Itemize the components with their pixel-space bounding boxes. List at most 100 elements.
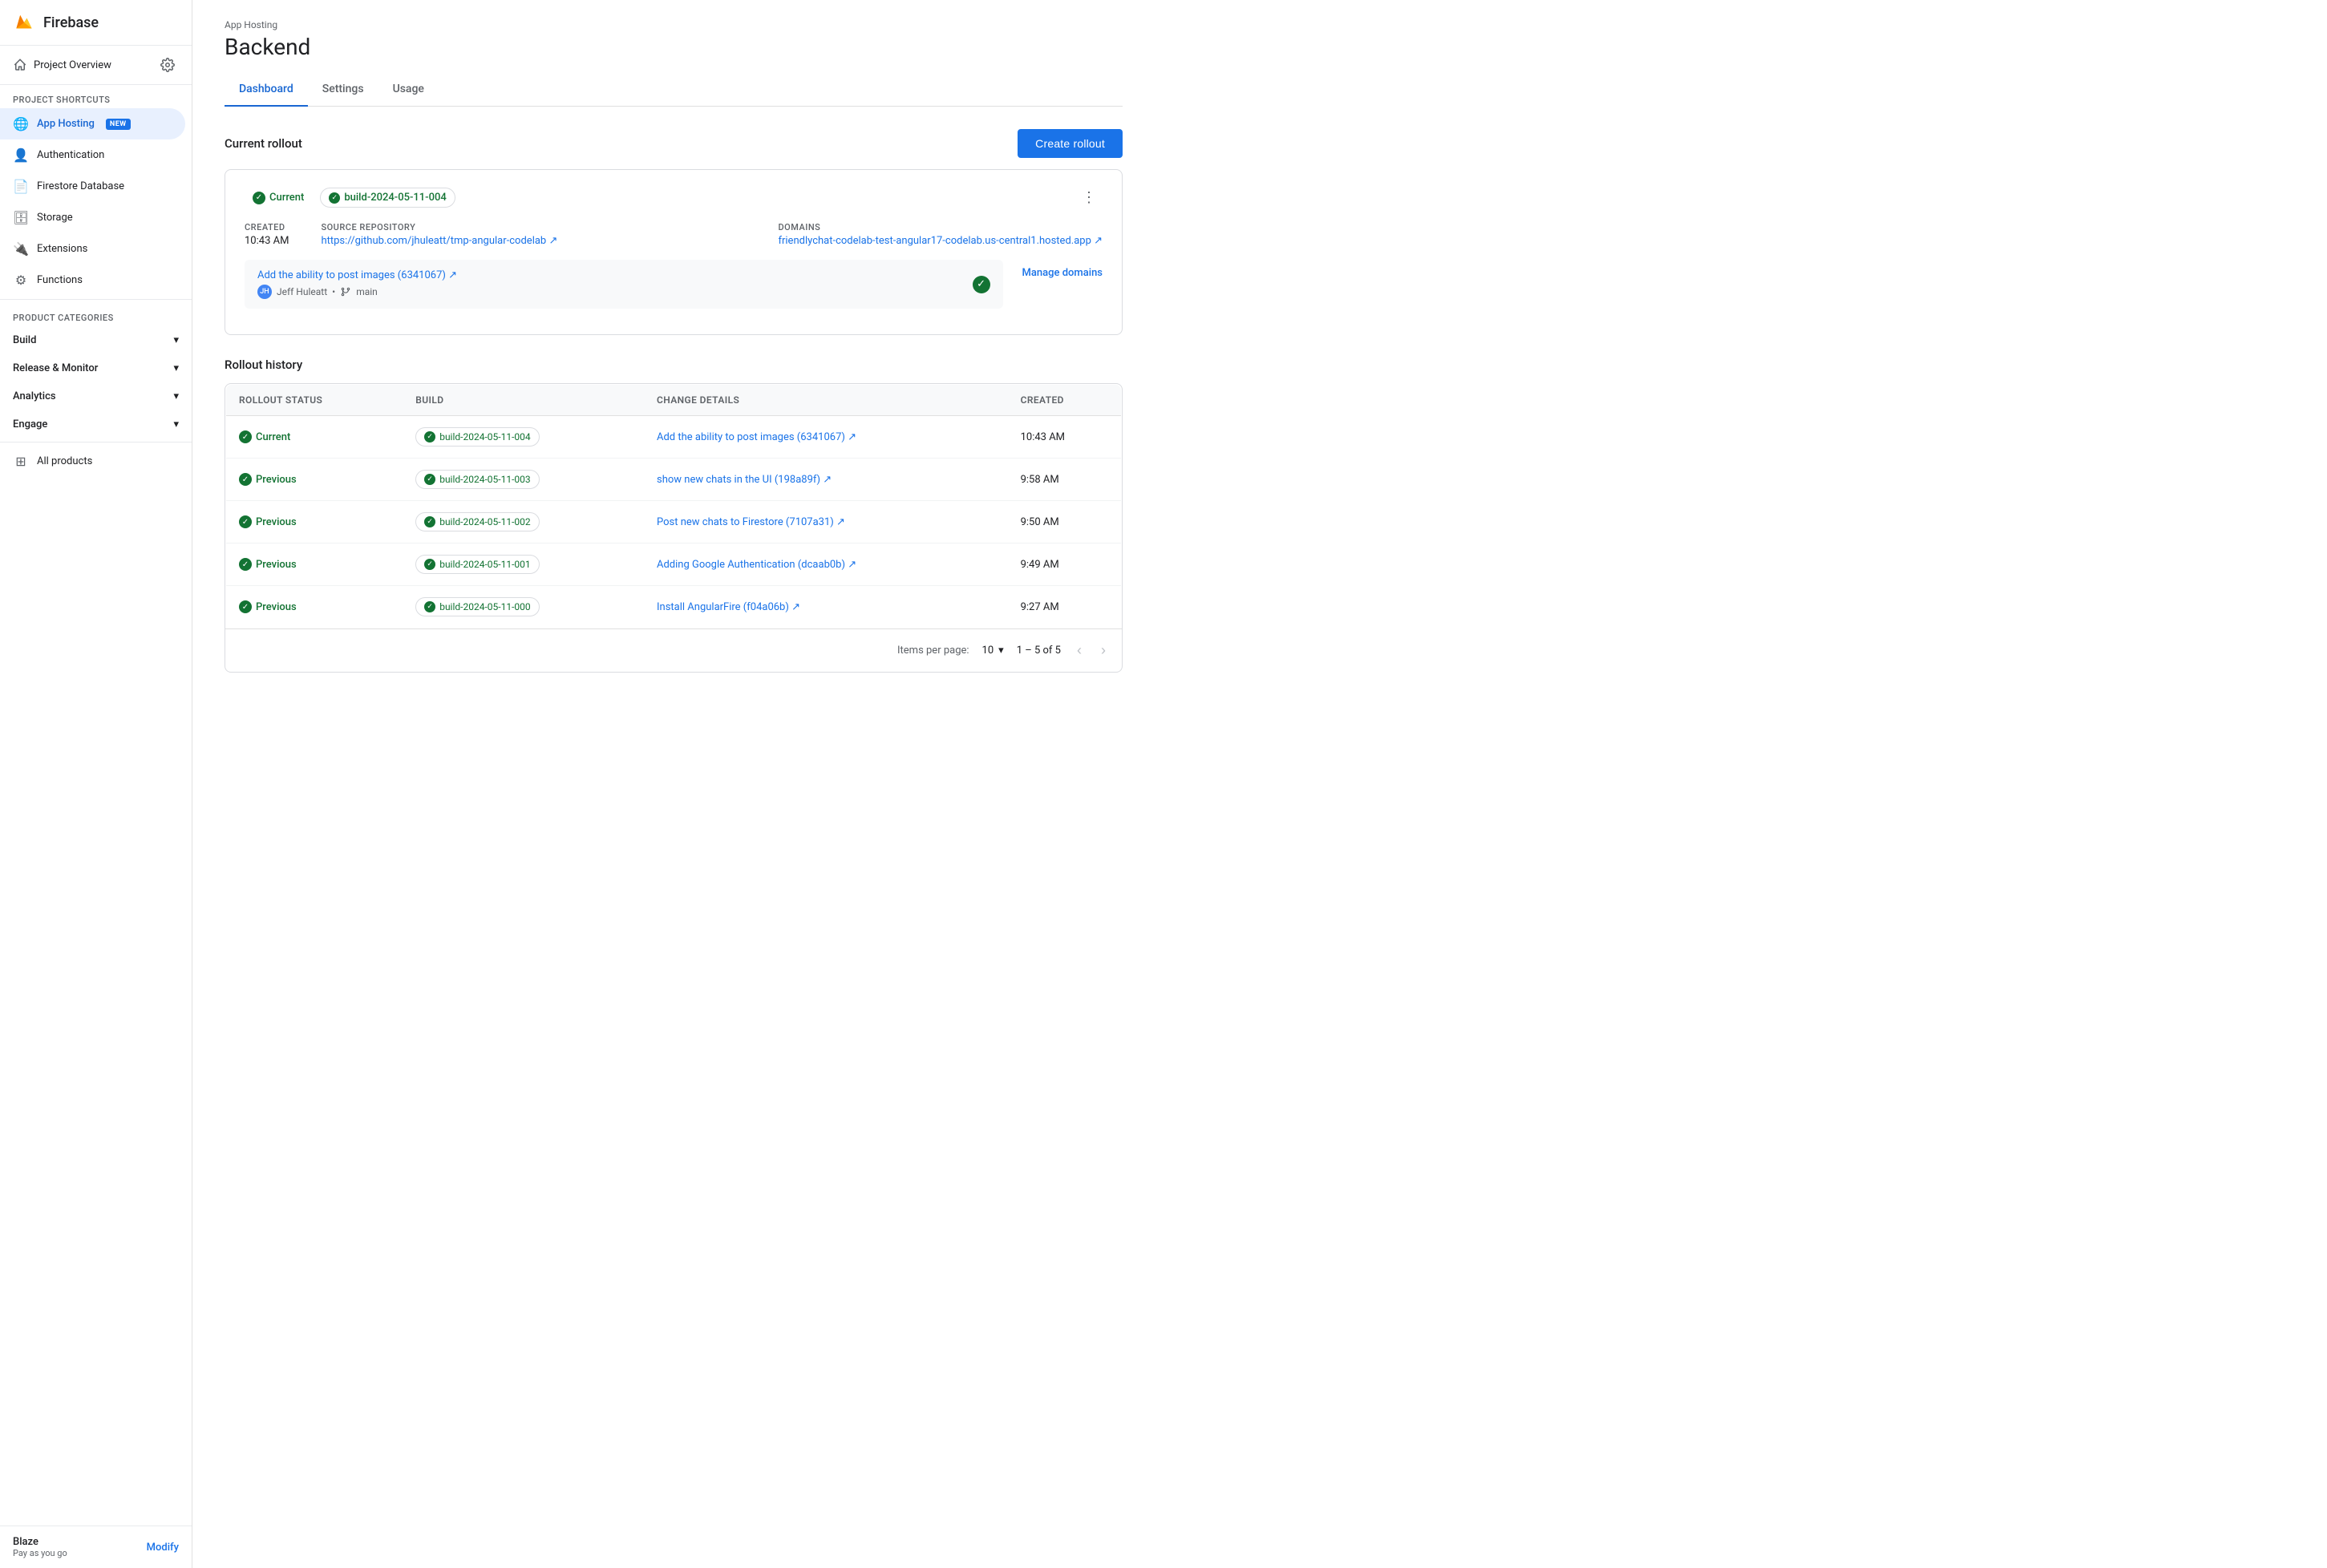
build-chip: ✓ build-2024-05-11-004 (415, 427, 539, 447)
sidebar-item-app-hosting[interactable]: 🌐 App Hosting NEW (0, 108, 185, 139)
build-check-icon: ✓ (424, 559, 435, 570)
create-rollout-button[interactable]: Create rollout (1018, 129, 1123, 158)
authentication-icon: 👤 (13, 148, 29, 163)
cell-created-1: 9:58 AM (1008, 459, 1122, 501)
cell-created-2: 9:50 AM (1008, 501, 1122, 544)
current-rollout-card: ✓ Current ✓ build-2024-05-11-004 ⋮ Creat… (225, 169, 1123, 335)
check-icon: ✓ (239, 430, 252, 443)
sidebar-item-functions[interactable]: ⚙ Functions (0, 265, 185, 296)
branch-icon (340, 286, 351, 297)
cell-build-4: ✓ build-2024-05-11-000 (403, 586, 644, 628)
card-top-row: ✓ Current ✓ build-2024-05-11-004 ⋮ (245, 186, 1103, 209)
pagination-prev-button[interactable]: ‹ (1074, 639, 1085, 662)
sidebar-category-release[interactable]: Release & Monitor ▾ (0, 354, 192, 382)
cell-change-4: Install AngularFire (f04a06b) ↗ (644, 586, 1008, 628)
commit-success-icon: ✓ (973, 276, 990, 293)
gear-icon (160, 58, 175, 72)
sidebar-item-storage[interactable]: 🗄 Storage (0, 202, 185, 233)
cell-change-3: Adding Google Authentication (dcaab0b) ↗ (644, 544, 1008, 586)
cell-change-0: Add the ability to post images (6341067)… (644, 416, 1008, 459)
build-chip: ✓ build-2024-05-11-004 (320, 188, 455, 208)
sidebar-item-extensions[interactable]: 🔌 Extensions (0, 233, 185, 265)
domains-value: friendlychat-codelab-test-angular17-code… (778, 235, 1103, 247)
created-value: 10:43 AM (245, 235, 289, 247)
build-check-icon: ✓ (424, 516, 435, 527)
change-link[interactable]: Add the ability to post images (6341067)… (657, 431, 856, 443)
check-icon: ✓ (239, 473, 252, 486)
change-link[interactable]: Post new chats to Firestore (7107a31) ↗ (657, 516, 845, 528)
pagination-next-button[interactable]: › (1098, 639, 1109, 662)
all-products-label: All products (37, 455, 92, 467)
table-row: ✓ Previous✓ build-2024-05-11-000Install … (226, 586, 1122, 628)
sidebar-footer: Blaze Pay as you go Modify (0, 1526, 192, 1568)
modify-button[interactable]: Modify (147, 1542, 179, 1554)
commit-meta: JH Jeff Huleatt • main (257, 285, 457, 299)
new-badge: NEW (106, 119, 131, 130)
sidebar-item-firestore[interactable]: 📄 Firestore Database (0, 171, 185, 202)
grid-icon: ⊞ (13, 454, 29, 469)
sidebar-category-analytics[interactable]: Analytics ▾ (0, 382, 192, 410)
items-per-page-select[interactable]: 10 ▾ (982, 645, 1004, 657)
tab-dashboard[interactable]: Dashboard (225, 73, 308, 107)
commit-link[interactable]: Add the ability to post images (6341067)… (257, 269, 457, 281)
col-change-details: Change details (644, 385, 1008, 416)
sidebar-header: Firebase (0, 0, 192, 46)
source-repo-link[interactable]: https://github.com/jhuleatt/tmp-angular-… (321, 235, 557, 247)
extensions-icon: 🔌 (13, 241, 29, 257)
cell-build-1: ✓ build-2024-05-11-003 (403, 459, 644, 501)
project-overview-row[interactable]: Project Overview (0, 46, 192, 85)
cell-change-1: show new chats in the UI (198a89f) ↗ (644, 459, 1008, 501)
cell-created-0: 10:43 AM (1008, 416, 1122, 459)
tab-settings[interactable]: Settings (308, 73, 378, 107)
plan-label: Blaze (13, 1536, 67, 1548)
firestore-icon: 📄 (13, 179, 29, 194)
page-title: Backend (225, 34, 1123, 60)
change-link[interactable]: show new chats in the UI (198a89f) ↗ (657, 474, 832, 486)
sidebar: Firebase Project Overview Project shortc… (0, 0, 192, 1568)
cell-created-4: 9:27 AM (1008, 586, 1122, 628)
table-row: ✓ Previous✓ build-2024-05-11-002Post new… (226, 501, 1122, 544)
app-hosting-icon: 🌐 (13, 116, 29, 131)
sidebar-category-build[interactable]: Build ▾ (0, 326, 192, 354)
status-text: ✓ Previous (239, 558, 297, 571)
card-status-row: ✓ Current ✓ build-2024-05-11-004 (245, 188, 455, 208)
current-rollout-title: Current rollout (225, 136, 302, 151)
plan-subtitle: Pay as you go (13, 1548, 67, 1558)
blaze-info: Blaze Pay as you go (13, 1536, 67, 1558)
sidebar-category-engage[interactable]: Engage ▾ (0, 410, 192, 438)
main-content: App Hosting Backend Dashboard Settings U… (192, 0, 2327, 1568)
created-meta: Created 10:43 AM (245, 222, 289, 247)
rollout-history-card: Rollout Status Build Change details Crea… (225, 383, 1123, 673)
sidebar-item-label-authentication: Authentication (37, 149, 104, 161)
chevron-down-icon-release: ▾ (173, 362, 179, 374)
build-chip: ✓ build-2024-05-11-002 (415, 512, 539, 531)
status-text: ✓ Previous (239, 473, 297, 486)
change-link[interactable]: Adding Google Authentication (dcaab0b) ↗ (657, 559, 856, 571)
commit-row: Add the ability to post images (6341067)… (245, 260, 1003, 309)
product-categories-label: Product categories (0, 303, 192, 326)
cell-status-3: ✓ Previous (226, 544, 403, 586)
build-tag: build-2024-05-11-004 (344, 192, 446, 204)
tab-usage[interactable]: Usage (378, 73, 439, 107)
build-check-icon: ✓ (329, 192, 340, 204)
chevron-down-icon-analytics: ▾ (173, 390, 179, 402)
sidebar-item-authentication[interactable]: 👤 Authentication (0, 139, 185, 171)
change-link[interactable]: Install AngularFire (f04a06b) ↗ (657, 601, 800, 613)
source-repo-meta: Source repository https://github.com/jhu… (321, 222, 557, 247)
sidebar-item-label-firestore: Firestore Database (37, 180, 124, 192)
col-created: Created (1008, 385, 1122, 416)
settings-button[interactable] (156, 54, 179, 76)
project-overview-link[interactable]: Project Overview (13, 58, 111, 72)
domains-link[interactable]: friendlychat-codelab-test-angular17-code… (778, 235, 1103, 247)
dot-separator: • (332, 286, 335, 297)
breadcrumb: App Hosting (225, 19, 1123, 30)
functions-icon: ⚙ (13, 273, 29, 288)
card-meta: Created 10:43 AM Source repository https… (245, 222, 1103, 247)
sidebar-category-label-engage: Engage (13, 418, 47, 430)
chevron-down-icon-engage: ▾ (173, 418, 179, 430)
check-icon: ✓ (239, 558, 252, 571)
sidebar-item-all-products[interactable]: ⊞ All products (0, 446, 185, 477)
manage-domains-link[interactable]: Manage domains (1022, 267, 1103, 279)
table-header-row: Rollout Status Build Change details Crea… (226, 385, 1122, 416)
three-dot-menu-button[interactable]: ⋮ (1075, 186, 1103, 209)
